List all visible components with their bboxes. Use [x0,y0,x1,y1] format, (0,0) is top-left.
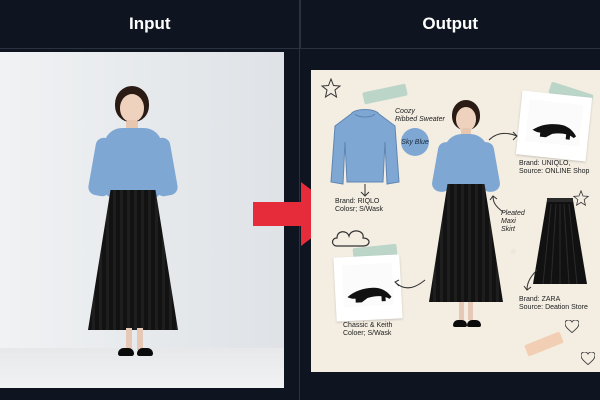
arrow-doodle [489,195,504,213]
face [120,94,144,122]
input-model [0,52,284,388]
star-icon [572,189,590,207]
arrow-doodle [488,131,518,141]
shoe-brand-top: Brand: UNIQLO, Source: ONLINE Shop [519,160,590,176]
left-shoe [118,348,134,356]
header-bar: Input Output [0,0,600,49]
high-heel-icon [530,110,581,143]
pleated-skirt [88,190,178,330]
output-label: Output [422,14,479,33]
arrow-doodle [394,279,426,289]
shoe-brand-bottom: Chassic & Keith Coloer; S/Wask [343,322,393,338]
right-shoe [467,320,481,327]
input-label: Input [128,14,171,33]
cloud-icon [329,224,373,250]
left-shoe [453,320,467,327]
star-icon [320,77,342,99]
left-leg [126,328,132,350]
skirt-brand: Brand: ZARA Source: Deation Store [519,296,588,312]
heart-icon [564,319,580,334]
arrow-doodle [360,184,370,197]
output-header: Output [301,0,600,48]
skirt-title: Pleated Maxi Skirt [501,210,525,234]
input-image [0,52,284,388]
shoe-polaroid-top [515,90,593,162]
right-shoe [137,348,153,356]
output-image: Coozy Ribbed Sweater Sky Blue Brand: RIQL… [311,70,600,372]
high-heel-icon [344,275,393,305]
arrow-doodle [523,269,538,291]
heart-icon [580,351,596,366]
left-leg [459,302,464,320]
right-leg [137,328,143,350]
input-header: Input [0,0,301,48]
right-leg [468,302,473,320]
